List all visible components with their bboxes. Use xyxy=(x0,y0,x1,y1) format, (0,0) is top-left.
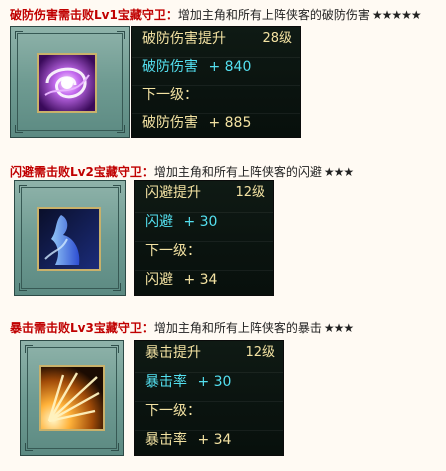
requirement-text: 暴击需击败Lv3宝藏守卫： xyxy=(10,321,154,335)
requirement-text: 破防伤害需击败Lv1宝藏守卫： xyxy=(10,8,178,22)
next-stat-name: 暴击率 xyxy=(145,432,187,448)
next-stat-value: + 34 xyxy=(197,432,232,448)
current-stat-value: + 30 xyxy=(197,374,232,390)
next-stat-name: 破防伤害 xyxy=(142,115,198,131)
next-level-label: 下一级： xyxy=(142,87,198,103)
skill-info-panel: 破防伤害提升 28级 破防伤害 + 840 下一级： 破防伤害 + 885 xyxy=(131,26,301,138)
icon-frame xyxy=(10,26,130,138)
skill-title: 破防伤害提升 xyxy=(142,31,226,47)
description-text: 增加主角和所有上阵侠客的暴击 xyxy=(153,321,322,335)
armor-break-swirl-icon[interactable] xyxy=(37,53,97,113)
current-stat-value: + 30 xyxy=(183,214,218,230)
next-stat-value: + 34 xyxy=(183,272,218,288)
skill-info-panel: 暴击提升 12级 暴击率 + 30 下一级： 暴击率 + 34 xyxy=(134,340,284,456)
skill-info-panel: 闪避提升 12级 闪避 + 30 下一级： 闪避 + 34 xyxy=(134,180,274,296)
current-stat-name: 闪避 xyxy=(145,214,173,230)
skill-header: 暴击需击败Lv3宝藏守卫：增加主角和所有上阵侠客的暴击 ★★★ xyxy=(10,320,354,336)
skill-level: 12级 xyxy=(245,345,275,360)
requirement-text: 闪避需击败Lv2宝藏守卫： xyxy=(10,165,154,179)
dodge-silhouette-icon[interactable] xyxy=(37,207,101,271)
description-text: 增加主角和所有上阵侠客的破防伤害 xyxy=(177,8,370,22)
icon-frame xyxy=(20,340,124,456)
current-stat-value: + 840 xyxy=(208,59,252,75)
star-rating: ★★★ xyxy=(323,165,354,179)
description-text: 增加主角和所有上阵侠客的闪避 xyxy=(153,165,322,179)
skill-level: 28级 xyxy=(262,31,292,46)
next-level-label: 下一级： xyxy=(145,243,201,259)
skill-level: 12级 xyxy=(235,185,265,200)
skill-header: 破防伤害需击败Lv1宝藏守卫：增加主角和所有上阵侠客的破防伤害 ★★★★★ xyxy=(10,7,422,23)
star-rating: ★★★ xyxy=(323,321,354,335)
skill-title: 暴击提升 xyxy=(145,345,201,361)
next-level-label: 下一级： xyxy=(145,403,201,419)
current-stat-name: 暴击率 xyxy=(145,374,187,390)
next-stat-value: + 885 xyxy=(208,115,252,131)
critical-burst-icon[interactable] xyxy=(39,365,105,431)
star-rating: ★★★★★ xyxy=(371,8,422,22)
skill-header: 闪避需击败Lv2宝藏守卫：增加主角和所有上阵侠客的闪避 ★★★ xyxy=(10,164,354,180)
skill-title: 闪避提升 xyxy=(145,185,201,201)
current-stat-name: 破防伤害 xyxy=(142,59,198,75)
next-stat-name: 闪避 xyxy=(145,272,173,288)
icon-frame xyxy=(14,180,126,296)
